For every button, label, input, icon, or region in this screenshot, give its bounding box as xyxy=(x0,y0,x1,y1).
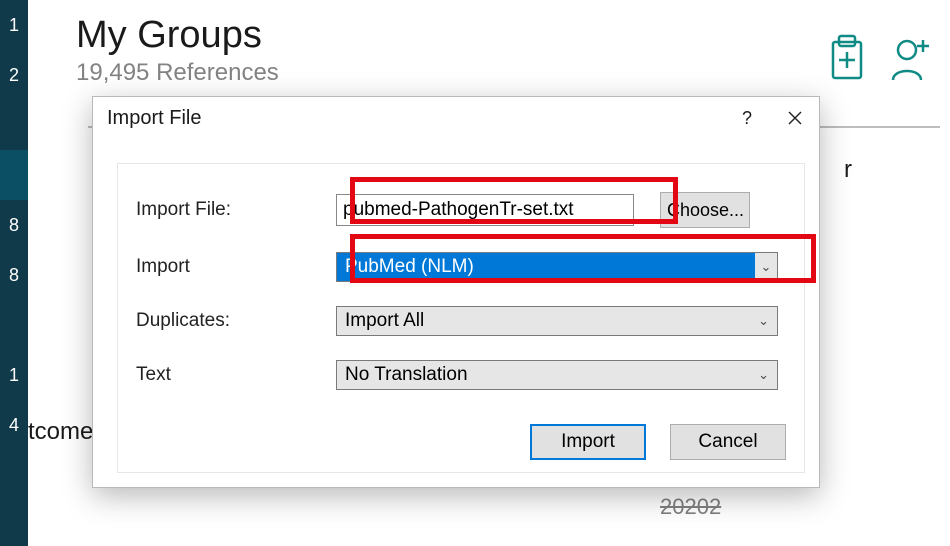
import-button[interactable]: Import xyxy=(530,424,646,460)
import-file-dialog: Import File ? Import File: Choose... Imp… xyxy=(92,96,820,488)
background-number: 20202 xyxy=(660,494,721,520)
duplicates-value: Import All xyxy=(345,310,424,332)
sidebar-item[interactable]: 8 xyxy=(0,250,28,300)
text-value: No Translation xyxy=(345,364,468,386)
clipboard-add-icon[interactable] xyxy=(826,34,868,82)
reference-count: 19,495 References xyxy=(76,59,950,87)
text-translation-dropdown[interactable]: No Translation ⌄ xyxy=(336,360,778,390)
duplicates-row: Duplicates: Import All ⌄ xyxy=(136,306,786,336)
page-title: My Groups xyxy=(76,14,950,57)
sidebar-item[interactable]: 2 xyxy=(0,50,28,100)
left-sidebar: 1 2 8 8 1 4 xyxy=(0,0,28,546)
background-text: r xyxy=(844,156,852,184)
sidebar-item[interactable]: 1 xyxy=(0,0,28,50)
header-actions xyxy=(826,34,932,82)
sidebar-item[interactable] xyxy=(0,150,28,200)
choose-button[interactable]: Choose... xyxy=(660,192,750,228)
dialog-titlebar: Import File ? xyxy=(93,97,819,139)
text-label: Text xyxy=(136,364,336,386)
sidebar-item[interactable]: 4 xyxy=(0,400,28,450)
help-button[interactable]: ? xyxy=(723,97,771,139)
import-option-dropdown[interactable]: PubMed (NLM) ⌄ xyxy=(336,252,778,282)
close-button[interactable] xyxy=(771,97,819,139)
duplicates-label: Duplicates: xyxy=(136,310,336,332)
import-option-row: Import PubMed (NLM) ⌄ xyxy=(136,252,786,282)
import-file-row: Import File: Choose... xyxy=(136,192,786,228)
sidebar-item[interactable] xyxy=(0,300,28,350)
dialog-body: Import File: Choose... Import PubMed (NL… xyxy=(117,163,805,473)
import-file-input[interactable] xyxy=(336,194,634,226)
chevron-down-icon: ⌄ xyxy=(758,313,769,329)
sidebar-item[interactable]: 8 xyxy=(0,200,28,250)
duplicates-dropdown[interactable]: Import All ⌄ xyxy=(336,306,778,336)
import-option-value: PubMed (NLM) xyxy=(345,256,474,278)
close-icon xyxy=(787,110,803,126)
import-file-label: Import File: xyxy=(136,199,336,221)
chevron-down-icon: ⌄ xyxy=(758,367,769,383)
text-row: Text No Translation ⌄ xyxy=(136,360,786,390)
chevron-down-icon: ⌄ xyxy=(755,253,777,281)
dialog-title: Import File xyxy=(107,107,201,130)
cancel-button[interactable]: Cancel xyxy=(670,424,786,460)
sidebar-item[interactable] xyxy=(0,100,28,150)
import-option-label: Import xyxy=(136,256,336,278)
sidebar-item[interactable]: 1 xyxy=(0,350,28,400)
add-user-icon[interactable] xyxy=(890,34,932,82)
dialog-buttons: Import Cancel xyxy=(530,424,786,460)
